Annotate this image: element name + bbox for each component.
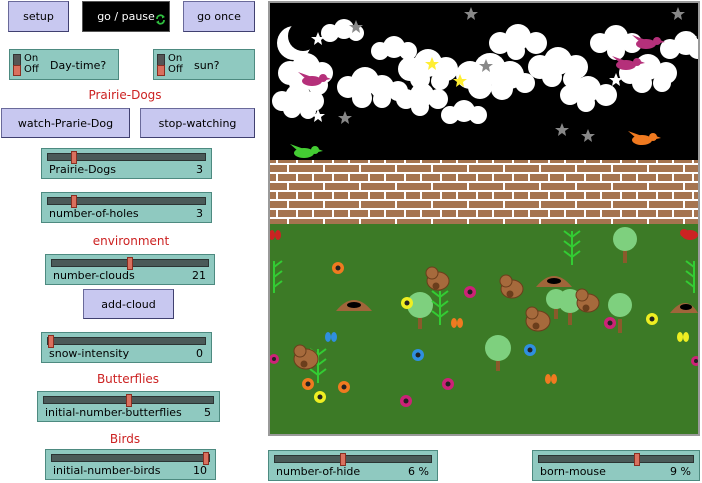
stop-watching-button[interactable]: stop-watching <box>140 108 255 138</box>
switch-on-label: On <box>24 53 39 64</box>
slider-value: 10 <box>193 464 207 477</box>
slider-label: initial-number-butterflies <box>45 406 182 419</box>
switch-on-label: On <box>168 53 183 64</box>
slider-label: snow-intensity <box>49 347 130 360</box>
slider-value: 5 <box>204 406 211 419</box>
flower-icon <box>338 381 350 393</box>
daytime-label: Day-time? <box>50 59 107 72</box>
section-prairie-dogs: Prairie-Dogs <box>88 88 162 102</box>
go-pause-label: go / pause <box>97 10 155 23</box>
initial-number-butterflies-slider[interactable]: initial-number-butterflies 5 <box>37 391 220 422</box>
prairie-dogs-slider[interactable]: Prairie-Dogs 3 <box>41 148 212 179</box>
flower-icon <box>314 391 326 403</box>
flower-icon <box>412 349 424 361</box>
slider-label: number-of-hide <box>276 465 361 478</box>
flower-icon <box>646 313 658 325</box>
flower-icon <box>464 286 476 298</box>
slider-value: 9 % <box>670 465 691 478</box>
slider-value: 21 <box>192 269 206 282</box>
switch-off-label: Off <box>168 64 183 75</box>
flower-icon <box>524 344 536 356</box>
go-pause-button[interactable]: go / pause <box>82 1 170 32</box>
section-butterflies: Butterflies <box>96 372 160 386</box>
world-view[interactable] <box>268 1 702 436</box>
sun-label: sun? <box>194 59 220 72</box>
brick-wall <box>270 160 698 224</box>
slider-label: born-mouse <box>540 465 606 478</box>
flower-icon <box>401 297 413 309</box>
number-clouds-slider[interactable]: number-clouds 21 <box>45 254 215 285</box>
slider-label: initial-number-birds <box>53 464 161 477</box>
flower-icon <box>332 262 344 274</box>
section-environment: environment <box>92 234 170 248</box>
slider-label: number-of-holes <box>49 207 139 220</box>
flower-icon <box>442 378 454 390</box>
switch-knob <box>157 65 165 76</box>
number-of-hide-slider[interactable]: number-of-hide 6 % <box>268 450 438 481</box>
add-cloud-button[interactable]: add-cloud <box>83 289 174 319</box>
forever-loop-icon <box>155 14 166 28</box>
watch-prairie-dog-button[interactable]: watch-Prarie-Dog <box>1 108 130 138</box>
slider-track <box>274 455 432 463</box>
slider-label: Prairie-Dogs <box>49 163 116 176</box>
slider-track <box>51 454 210 462</box>
switch-knob <box>13 65 21 76</box>
initial-number-birds-slider[interactable]: initial-number-birds 10 <box>45 449 216 480</box>
switch-off-label: Off <box>24 64 39 75</box>
sun-switch[interactable]: On Off sun? <box>153 49 255 80</box>
world-canvas <box>269 3 702 434</box>
flower-icon <box>604 317 616 329</box>
flower-icon <box>302 378 314 390</box>
born-mouse-slider[interactable]: born-mouse 9 % <box>532 450 700 481</box>
number-of-holes-slider[interactable]: number-of-holes 3 <box>41 192 212 223</box>
slider-value: 3 <box>196 163 203 176</box>
slider-thumb[interactable] <box>633 453 640 466</box>
slider-track <box>47 337 206 345</box>
slider-value: 3 <box>196 207 203 220</box>
snow-intensity-slider[interactable]: snow-intensity 0 <box>41 332 212 363</box>
flower-icon <box>400 395 412 407</box>
slider-track <box>538 455 694 463</box>
slider-value: 0 <box>196 347 203 360</box>
go-once-button[interactable]: go once <box>183 1 255 32</box>
slider-value: 6 % <box>408 465 429 478</box>
grass-field <box>270 224 698 434</box>
section-birds: Birds <box>109 432 141 446</box>
setup-button[interactable]: setup <box>8 1 69 32</box>
slider-label: number-clouds <box>53 269 135 282</box>
daytime-switch[interactable]: On Off Day-time? <box>9 49 119 80</box>
